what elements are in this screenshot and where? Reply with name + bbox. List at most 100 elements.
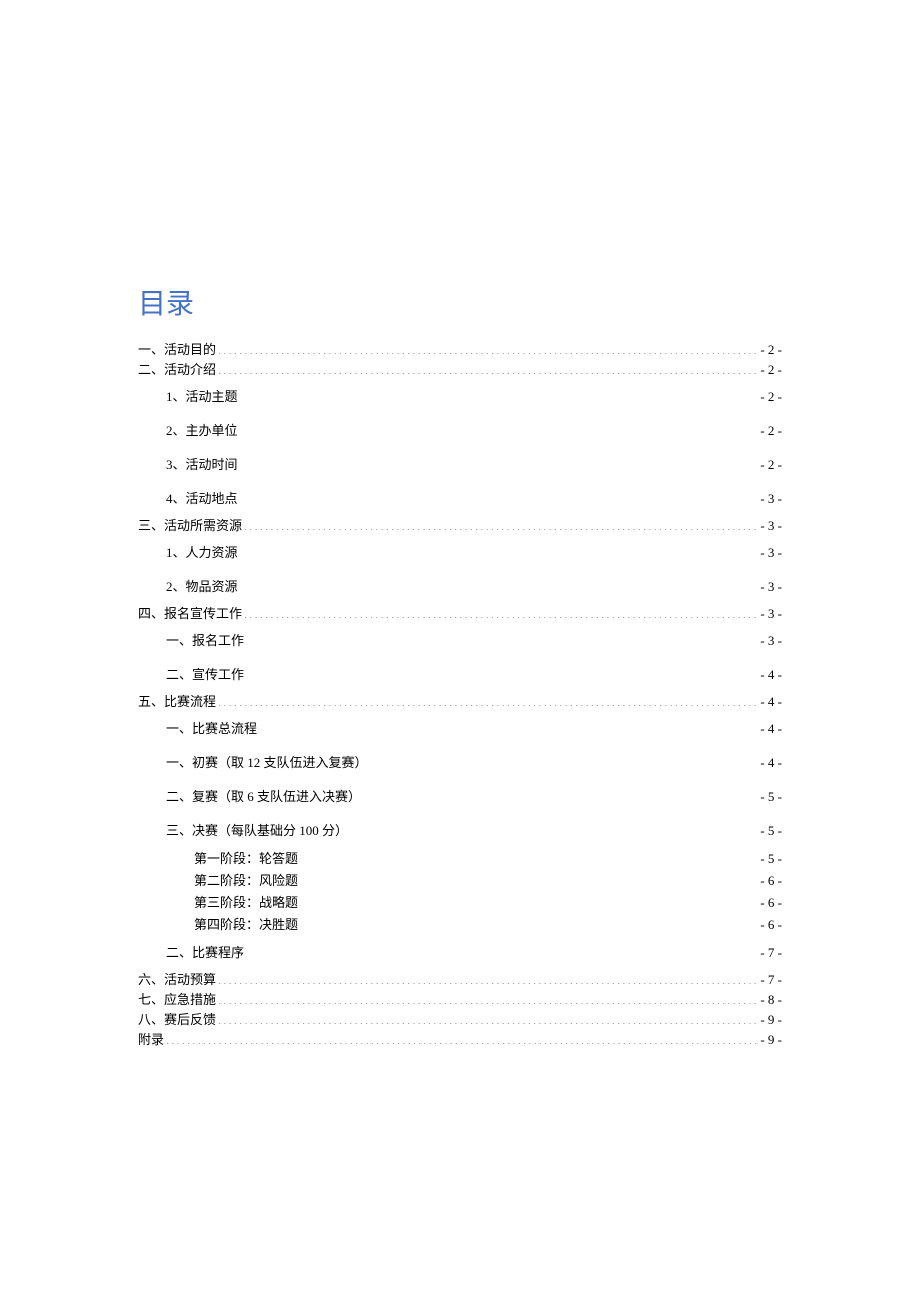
toc-entry-page: - 5 - [760, 780, 782, 814]
toc-entry-page: - 2 - [760, 414, 782, 448]
toc-dots [240, 544, 759, 557]
toc-dots [166, 1031, 758, 1044]
toc-entry-text: 2、主办单位 [166, 414, 238, 448]
toc-dots [300, 872, 758, 885]
toc-entry[interactable]: 四、报名宣传工作 - 3 - [138, 604, 782, 624]
toc-dots [246, 666, 758, 679]
toc-entry[interactable]: 1、人力资源- 3 - [166, 536, 782, 570]
toc-entry[interactable]: 2、主办单位 - 2 - [166, 414, 782, 448]
toc-dots [244, 517, 758, 530]
toc-entry[interactable]: 二、宣传工作 - 4 - [166, 658, 782, 692]
toc-entry-page: - 9 - [760, 1010, 782, 1030]
toc-entry-text: 二、比赛程序 [166, 936, 244, 970]
toc-entry-page: - 8 - [760, 990, 782, 1010]
toc-entry-page: - 3 - [760, 570, 782, 604]
toc-dots [240, 388, 759, 401]
toc-title: 目录 [138, 282, 782, 322]
toc-dots [218, 341, 758, 354]
toc-entry[interactable]: 二、复赛（取 6 支队伍进入决赛） - 5 - [166, 780, 782, 814]
toc-entry-page: - 4 - [760, 658, 782, 692]
toc-entry[interactable]: 三、决赛（每队基础分 100 分） - 5 - [166, 814, 782, 848]
toc-dots [218, 991, 758, 1004]
toc-dots [218, 1011, 758, 1024]
toc-entry-page: - 7 - [760, 936, 782, 970]
toc-entry[interactable]: 第四阶段：决胜题- 6 - [194, 914, 782, 936]
toc-entry[interactable]: 4、活动地点 - 3 - [166, 482, 782, 516]
toc-entry[interactable]: 一、活动目的 - 2 - [138, 340, 782, 360]
toc-entry-text: 4、活动地点 [166, 482, 238, 516]
toc-entry[interactable]: 1、活动主题 - 2 - [166, 380, 782, 414]
toc-entry-page: - 6 - [760, 870, 782, 892]
toc-entry-text: 第二阶段：风险题 [194, 870, 298, 892]
toc-dots [218, 361, 758, 374]
toc-entry-page: - 2 - [760, 380, 782, 414]
toc-entry[interactable]: 二、活动介绍 - 2 - [138, 360, 782, 380]
toc-dots [300, 894, 758, 907]
toc-entry-text: 二、活动介绍 [138, 360, 216, 380]
toc-entry-page: - 2 - [760, 360, 782, 380]
toc-entry-page: - 7 - [760, 970, 782, 990]
toc-entry-text: 1、人力资源 [166, 536, 238, 570]
toc-entry[interactable]: 2、物品资源 - 3 - [166, 570, 782, 604]
toc-entry[interactable]: 七、应急措施 - 8 - [138, 990, 782, 1010]
toc-entry-text: 一、报名工作 [166, 624, 244, 658]
toc-entry[interactable]: 六、活动预算- 7 - [138, 970, 782, 990]
toc-entry[interactable]: 第三阶段：战略题 - 6 - [194, 892, 782, 914]
toc-dots [240, 422, 759, 435]
toc-entry-page: - 3 - [760, 604, 782, 624]
toc-entry-page: - 4 - [760, 692, 782, 712]
toc-dots [350, 822, 758, 835]
toc-entry-text: 第一阶段：轮答题 [194, 848, 298, 870]
toc-entry-text: 三、决赛（每队基础分 100 分） [166, 814, 348, 848]
toc-entry-page: - 3 - [760, 516, 782, 536]
toc-entry-page: - 3 - [760, 482, 782, 516]
toc-entry-text: 四、报名宣传工作 [138, 604, 242, 624]
toc-entry-page: - 3 - [760, 624, 782, 658]
toc-dots [240, 578, 759, 591]
toc-dots [244, 605, 758, 618]
toc-dots [300, 850, 758, 863]
toc-entry-text: 七、应急措施 [138, 990, 216, 1010]
toc-entry-page: - 4 - [760, 746, 782, 780]
toc-entry-page: - 6 - [760, 914, 782, 936]
toc-entry-text: 一、比赛总流程 [166, 712, 257, 746]
toc-dots [259, 720, 758, 733]
toc-entry-page: - 2 - [760, 340, 782, 360]
toc-dots [370, 754, 759, 767]
toc-entry-page: - 9 - [760, 1030, 782, 1050]
toc-entry[interactable]: 第一阶段：轮答题- 5 - [194, 848, 782, 870]
toc-dots [246, 632, 758, 645]
toc-dots [218, 693, 758, 706]
toc-entry-text: 五、比赛流程 [138, 692, 216, 712]
toc-entry-page: - 6 - [760, 892, 782, 914]
toc-entry-text: 3、活动时间 [166, 448, 238, 482]
toc-entry[interactable]: 八、赛后反馈 - 9 - [138, 1010, 782, 1030]
toc-entry[interactable]: 一、初赛（取 12 支队伍进入复赛） - 4 - [166, 746, 782, 780]
toc-entry-text: 2、物品资源 [166, 570, 238, 604]
toc-entry-text: 二、复赛（取 6 支队伍进入决赛） [166, 780, 361, 814]
toc-entry[interactable]: 一、比赛总流程 - 4 - [166, 712, 782, 746]
toc-entry-text: 附录 [138, 1030, 164, 1050]
toc-entry-text: 一、初赛（取 12 支队伍进入复赛） [166, 746, 368, 780]
toc-entry-text: 第三阶段：战略题 [194, 892, 298, 914]
toc-container: 一、活动目的 - 2 - 二、活动介绍 - 2 - 1、活动主题 - 2 - 2、主办单位 -… [138, 340, 782, 1050]
toc-dots [363, 788, 758, 801]
toc-entry[interactable]: 3、活动时间- 2 - [166, 448, 782, 482]
toc-entry-page: - 4 - [760, 712, 782, 746]
toc-dots [246, 944, 758, 957]
toc-entry[interactable]: 一、报名工作 - 3 - [166, 624, 782, 658]
toc-dots [300, 916, 758, 929]
toc-entry[interactable]: 五、比赛流程 - 4 - [138, 692, 782, 712]
toc-dots [240, 490, 759, 503]
toc-entry[interactable]: 二、比赛程序 - 7 - [166, 936, 782, 970]
toc-entry[interactable]: 附录 - 9 - [138, 1030, 782, 1050]
toc-entry[interactable]: 第二阶段：风险题 - 6 - [194, 870, 782, 892]
toc-entry-text: 二、宣传工作 [166, 658, 244, 692]
toc-entry-text: 八、赛后反馈 [138, 1010, 216, 1030]
toc-entry-text: 1、活动主题 [166, 380, 238, 414]
toc-entry-text: 一、活动目的 [138, 340, 216, 360]
toc-entry[interactable]: 三、活动所需资源- 3 - [138, 516, 782, 536]
toc-dots [240, 456, 759, 469]
toc-entry-page: - 5 - [760, 814, 782, 848]
toc-dots [218, 971, 758, 984]
